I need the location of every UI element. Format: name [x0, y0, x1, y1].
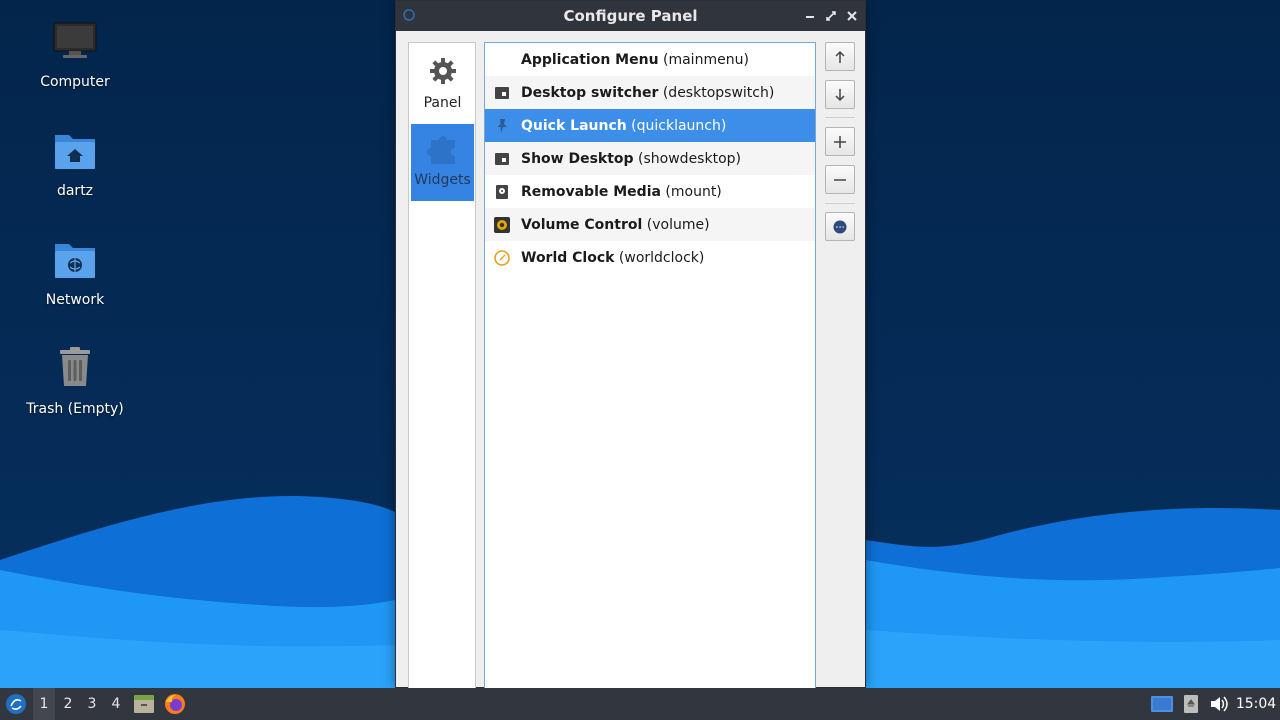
desktop: Computer dartz Network Trash (Empty) Con… — [0, 0, 1280, 688]
widget-name: Volume Control — [521, 216, 643, 233]
pin-icon — [493, 117, 511, 135]
workspace-3[interactable]: 3 — [81, 688, 103, 720]
sidebar-item-label: Widgets — [414, 172, 471, 188]
window-title: Configure Panel — [563, 7, 698, 25]
blank-icon — [493, 51, 511, 69]
workspace-label: 4 — [111, 696, 121, 712]
lubuntu-logo-icon — [6, 694, 26, 714]
workspace-label: 3 — [87, 696, 97, 712]
add-widget-button[interactable] — [825, 127, 855, 156]
widget-name: Desktop switcher — [521, 84, 659, 101]
widget-name: Removable Media — [521, 183, 661, 200]
workspace-label: 2 — [63, 696, 73, 712]
desktop-tray-icon — [1151, 696, 1173, 712]
desktop-icon-label: Computer — [40, 74, 110, 90]
move-up-icon — [835, 50, 845, 63]
widget-id: (showdesktop) — [638, 150, 741, 167]
trash-icon — [60, 347, 90, 386]
desktop-icon-network[interactable]: Network — [20, 236, 130, 308]
maximize-icon[interactable] — [822, 7, 840, 25]
widget-id: (mount) — [665, 183, 722, 200]
drive-icon — [493, 183, 511, 201]
toolbar-separator — [825, 117, 855, 118]
desktop-icon-label: Trash (Empty) — [26, 401, 124, 417]
move-up-button[interactable] — [825, 42, 855, 71]
sidebar-item-widgets[interactable]: Widgets — [411, 124, 474, 201]
puzzle-icon — [426, 136, 455, 164]
window-icon — [493, 150, 511, 168]
gear-icon — [429, 58, 456, 84]
list-item[interactable]: Volume Control (volume) — [485, 208, 815, 241]
firefox-icon — [165, 694, 185, 714]
move-down-icon — [835, 88, 845, 101]
remove-icon — [834, 178, 846, 181]
list-item[interactable]: Desktop switcher (desktopswitch) — [485, 76, 815, 109]
desktop-icon-label: Network — [45, 292, 105, 308]
list-item[interactable]: Application Menu (mainmenu) — [485, 43, 815, 76]
close-icon[interactable] — [843, 7, 861, 25]
computer-icon — [53, 22, 97, 58]
list-item[interactable]: Show Desktop (showdesktop) — [485, 142, 815, 175]
widget-id: (desktopswitch) — [662, 84, 775, 101]
list-item[interactable]: World Clock (worldclock) — [485, 241, 815, 274]
category-sidebar: Panel Widgets — [408, 42, 476, 688]
workspace-1[interactable]: 1 — [33, 688, 55, 720]
home-folder-icon — [55, 135, 95, 169]
widget-id: (volume) — [646, 216, 710, 233]
firefox-launcher[interactable] — [162, 688, 188, 720]
configure-widget-button[interactable] — [825, 212, 855, 241]
move-down-button[interactable] — [825, 80, 855, 109]
desktop-icon-trash[interactable]: Trash (Empty) — [20, 345, 130, 417]
sidebar-item-panel[interactable]: Panel — [411, 53, 474, 123]
removable-media-tray[interactable] — [1180, 688, 1202, 720]
desktop-icon-home[interactable]: dartz — [20, 127, 130, 199]
remove-widget-button[interactable] — [825, 165, 855, 194]
widget-name: World Clock — [521, 249, 615, 266]
drive-tray-icon — [1184, 695, 1198, 713]
taskbar: 1 2 3 4 15:04 — [0, 688, 1280, 720]
desktop-icon-label: dartz — [56, 183, 94, 199]
file-manager-icon — [134, 695, 154, 713]
widget-name: Application Menu — [521, 51, 659, 68]
minimize-icon[interactable] — [801, 7, 819, 25]
desktop-icon-computer[interactable]: Computer — [20, 18, 130, 90]
widget-id: (mainmenu) — [663, 51, 749, 68]
list-item[interactable]: Quick Launch (quicklaunch) — [485, 109, 815, 142]
speaker-icon — [493, 216, 511, 234]
network-folder-icon — [55, 244, 95, 278]
clock[interactable]: 15:04 — [1234, 688, 1278, 720]
workspace-2[interactable]: 2 — [57, 688, 79, 720]
volume-tray[interactable] — [1208, 688, 1230, 720]
widget-name: Quick Launch — [521, 117, 627, 134]
start-menu-button[interactable] — [2, 688, 30, 720]
window-icon — [493, 84, 511, 102]
list-item[interactable]: Removable Media (mount) — [485, 175, 815, 208]
sidebar-item-label: Panel — [423, 95, 462, 111]
file-manager-launcher[interactable] — [132, 688, 156, 720]
add-icon — [834, 135, 846, 148]
speaker-tray-icon — [1211, 696, 1228, 712]
clock-icon — [493, 249, 511, 267]
widget-name: Show Desktop — [521, 150, 634, 167]
widget-id: (worldclock) — [618, 249, 705, 266]
window-titlebar[interactable]: Configure Panel — [396, 1, 865, 31]
workspace-label: 1 — [39, 696, 49, 712]
toolbar-separator — [825, 203, 855, 204]
widget-id: (quicklaunch) — [631, 117, 727, 134]
widget-list: Application Menu (mainmenu) Desktop swit… — [484, 42, 816, 688]
configure-panel-window: Configure Panel Panel Widgets Applicatio… — [395, 0, 866, 688]
configure-icon — [833, 220, 847, 233]
show-desktop-tray[interactable] — [1150, 688, 1174, 720]
workspace-4[interactable]: 4 — [105, 688, 127, 720]
